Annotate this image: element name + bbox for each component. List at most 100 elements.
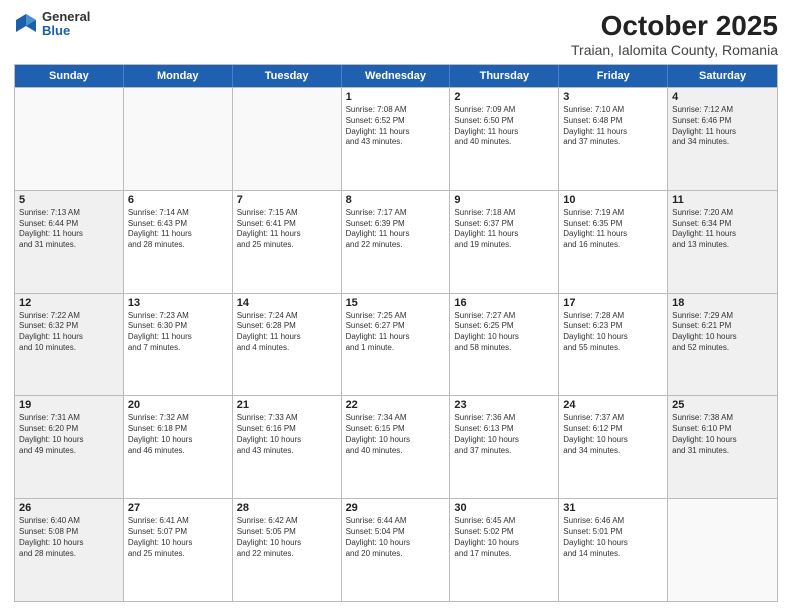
day-number: 11 — [672, 194, 773, 206]
calendar-week-row: 26Sunrise: 6:40 AM Sunset: 5:08 PM Dayli… — [15, 498, 777, 601]
logo-blue-text: Blue — [42, 24, 90, 38]
day-number: 8 — [346, 194, 446, 206]
calendar-cell: 13 Sunrise: 7:23 AM Sunset: 6:30 PM Dayli… — [124, 294, 233, 396]
calendar-cell — [15, 88, 124, 190]
logo-general-text: General — [42, 10, 90, 24]
day-number: 12 — [19, 297, 119, 309]
day-number: 6 — [128, 194, 228, 206]
calendar-cell: 30Sunrise: 6:45 AM Sunset: 5:02 PM Dayli… — [450, 499, 559, 601]
day-number: 31 — [563, 502, 663, 514]
calendar-header: SundayMondayTuesdayWednesdayThursdayFrid… — [15, 65, 777, 87]
calendar-day-header: Sunday — [15, 65, 124, 87]
day-number: 13 — [128, 297, 228, 309]
day-number: 15 — [346, 297, 446, 309]
day-number: 23 — [454, 399, 554, 411]
day-info: Sunrise: 7:29 AM Sunset: 6:21 PM Dayligh… — [672, 311, 773, 354]
day-number: 2 — [454, 91, 554, 103]
calendar-week-row: 19Sunrise: 7:31 AM Sunset: 6:20 PM Dayli… — [15, 395, 777, 498]
day-info: Sunrise: 7:18 AM Sunset: 6:37 PM Dayligh… — [454, 208, 554, 251]
calendar-cell: 21Sunrise: 7:33 AM Sunset: 6:16 PM Dayli… — [233, 396, 342, 498]
day-info: Sunrise: 7:19 AM Sunset: 6:35 PM Dayligh… — [563, 208, 663, 251]
page-subtitle: Traian, Ialomita County, Romania — [571, 42, 778, 58]
calendar-day-header: Thursday — [450, 65, 559, 87]
day-info: Sunrise: 7:23 AM Sunset: 6:30 PM Dayligh… — [128, 311, 228, 354]
calendar-cell: 5Sunrise: 7:13 AM Sunset: 6:44 PM Daylig… — [15, 191, 124, 293]
calendar-cell: 1 Sunrise: 7:08 AM Sunset: 6:52 PM Daylig… — [342, 88, 451, 190]
day-number: 24 — [563, 399, 663, 411]
day-info: Sunrise: 7:12 AM Sunset: 6:46 PM Dayligh… — [672, 105, 773, 148]
day-number: 9 — [454, 194, 554, 206]
day-number: 21 — [237, 399, 337, 411]
day-info: Sunrise: 6:41 AM Sunset: 5:07 PM Dayligh… — [128, 516, 228, 559]
calendar-cell: 31 Sunrise: 6:46 AM Sunset: 5:01 PM Dayli… — [559, 499, 668, 601]
calendar-cell: 25Sunrise: 7:38 AM Sunset: 6:10 PM Dayli… — [668, 396, 777, 498]
calendar-day-header: Tuesday — [233, 65, 342, 87]
day-number: 17 — [563, 297, 663, 309]
calendar-week-row: 5Sunrise: 7:13 AM Sunset: 6:44 PM Daylig… — [15, 190, 777, 293]
logo-text: General Blue — [42, 10, 90, 39]
day-info: Sunrise: 7:15 AM Sunset: 6:41 PM Dayligh… — [237, 208, 337, 251]
calendar: SundayMondayTuesdayWednesdayThursdayFrid… — [14, 64, 778, 602]
day-number: 26 — [19, 502, 119, 514]
calendar-cell: 16Sunrise: 7:27 AM Sunset: 6:25 PM Dayli… — [450, 294, 559, 396]
day-number: 28 — [237, 502, 337, 514]
day-number: 1 — [346, 91, 446, 103]
day-info: Sunrise: 6:45 AM Sunset: 5:02 PM Dayligh… — [454, 516, 554, 559]
header: General Blue October 2025 Traian, Ialomi… — [14, 10, 778, 58]
day-info: Sunrise: 7:24 AM Sunset: 6:28 PM Dayligh… — [237, 311, 337, 354]
logo: General Blue — [14, 10, 90, 39]
day-info: Sunrise: 7:08 AM Sunset: 6:52 PM Dayligh… — [346, 105, 446, 148]
calendar-cell: 17 Sunrise: 7:28 AM Sunset: 6:23 PM Dayli… — [559, 294, 668, 396]
calendar-cell: 11 Sunrise: 7:20 AM Sunset: 6:34 PM Dayli… — [668, 191, 777, 293]
day-info: Sunrise: 7:14 AM Sunset: 6:43 PM Dayligh… — [128, 208, 228, 251]
calendar-cell: 2 Sunrise: 7:09 AM Sunset: 6:50 PM Daylig… — [450, 88, 559, 190]
calendar-cell: 10 Sunrise: 7:19 AM Sunset: 6:35 PM Dayli… — [559, 191, 668, 293]
day-number: 10 — [563, 194, 663, 206]
day-info: Sunrise: 7:25 AM Sunset: 6:27 PM Dayligh… — [346, 311, 446, 354]
calendar-cell: 4Sunrise: 7:12 AM Sunset: 6:46 PM Daylig… — [668, 88, 777, 190]
page: General Blue October 2025 Traian, Ialomi… — [0, 0, 792, 612]
calendar-day-header: Friday — [559, 65, 668, 87]
day-info: Sunrise: 7:22 AM Sunset: 6:32 PM Dayligh… — [19, 311, 119, 354]
day-number: 16 — [454, 297, 554, 309]
day-info: Sunrise: 7:32 AM Sunset: 6:18 PM Dayligh… — [128, 413, 228, 456]
day-number: 22 — [346, 399, 446, 411]
day-info: Sunrise: 6:42 AM Sunset: 5:05 PM Dayligh… — [237, 516, 337, 559]
calendar-cell: 28 Sunrise: 6:42 AM Sunset: 5:05 PM Dayli… — [233, 499, 342, 601]
calendar-cell — [124, 88, 233, 190]
day-info: Sunrise: 7:20 AM Sunset: 6:34 PM Dayligh… — [672, 208, 773, 251]
calendar-cell: 3Sunrise: 7:10 AM Sunset: 6:48 PM Daylig… — [559, 88, 668, 190]
day-info: Sunrise: 7:36 AM Sunset: 6:13 PM Dayligh… — [454, 413, 554, 456]
calendar-week-row: 12 Sunrise: 7:22 AM Sunset: 6:32 PM Dayli… — [15, 293, 777, 396]
calendar-cell: 12 Sunrise: 7:22 AM Sunset: 6:32 PM Dayli… — [15, 294, 124, 396]
title-block: October 2025 Traian, Ialomita County, Ro… — [571, 10, 778, 58]
calendar-cell: 6 Sunrise: 7:14 AM Sunset: 6:43 PM Daylig… — [124, 191, 233, 293]
day-number: 27 — [128, 502, 228, 514]
day-info: Sunrise: 6:46 AM Sunset: 5:01 PM Dayligh… — [563, 516, 663, 559]
calendar-cell: 29Sunrise: 6:44 AM Sunset: 5:04 PM Dayli… — [342, 499, 451, 601]
calendar-cell: 22 Sunrise: 7:34 AM Sunset: 6:15 PM Dayli… — [342, 396, 451, 498]
day-info: Sunrise: 7:17 AM Sunset: 6:39 PM Dayligh… — [346, 208, 446, 251]
day-info: Sunrise: 7:13 AM Sunset: 6:44 PM Dayligh… — [19, 208, 119, 251]
day-info: Sunrise: 7:10 AM Sunset: 6:48 PM Dayligh… — [563, 105, 663, 148]
calendar-cell: 9 Sunrise: 7:18 AM Sunset: 6:37 PM Daylig… — [450, 191, 559, 293]
calendar-day-header: Saturday — [668, 65, 777, 87]
day-info: Sunrise: 7:28 AM Sunset: 6:23 PM Dayligh… — [563, 311, 663, 354]
logo-icon — [14, 12, 38, 36]
calendar-cell: 23 Sunrise: 7:36 AM Sunset: 6:13 PM Dayli… — [450, 396, 559, 498]
day-number: 14 — [237, 297, 337, 309]
calendar-week-row: 1 Sunrise: 7:08 AM Sunset: 6:52 PM Daylig… — [15, 87, 777, 190]
day-info: Sunrise: 7:34 AM Sunset: 6:15 PM Dayligh… — [346, 413, 446, 456]
day-number: 7 — [237, 194, 337, 206]
calendar-cell: 8 Sunrise: 7:17 AM Sunset: 6:39 PM Daylig… — [342, 191, 451, 293]
day-info: Sunrise: 6:44 AM Sunset: 5:04 PM Dayligh… — [346, 516, 446, 559]
day-info: Sunrise: 7:09 AM Sunset: 6:50 PM Dayligh… — [454, 105, 554, 148]
day-number: 20 — [128, 399, 228, 411]
calendar-cell — [668, 499, 777, 601]
calendar-cell: 19Sunrise: 7:31 AM Sunset: 6:20 PM Dayli… — [15, 396, 124, 498]
day-info: Sunrise: 7:38 AM Sunset: 6:10 PM Dayligh… — [672, 413, 773, 456]
calendar-day-header: Monday — [124, 65, 233, 87]
calendar-cell: 26Sunrise: 6:40 AM Sunset: 5:08 PM Dayli… — [15, 499, 124, 601]
page-title: October 2025 — [571, 10, 778, 42]
calendar-day-header: Wednesday — [342, 65, 451, 87]
